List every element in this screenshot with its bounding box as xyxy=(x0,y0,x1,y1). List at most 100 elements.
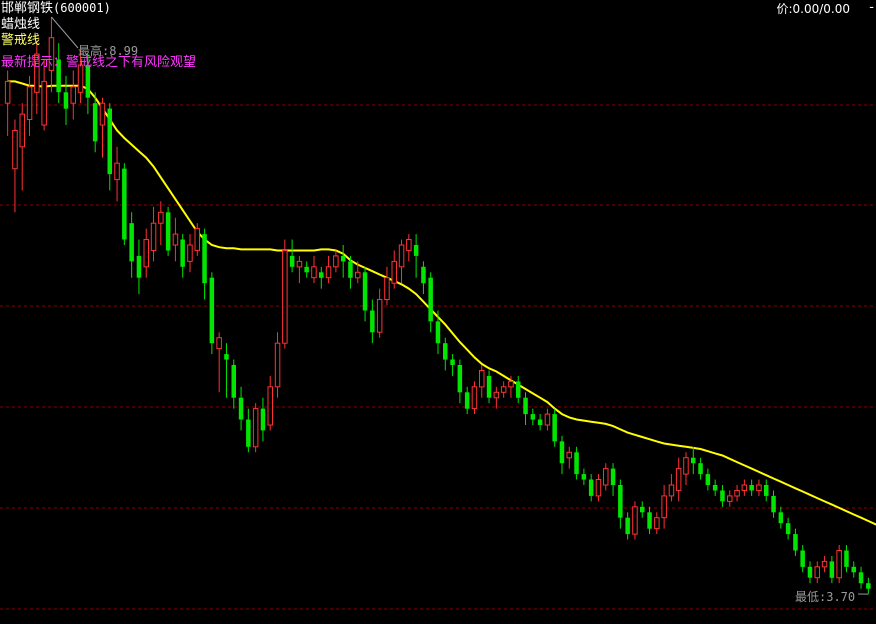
candle-body xyxy=(595,479,602,497)
candle-112 xyxy=(821,555,828,573)
candle-64 xyxy=(471,381,478,415)
candle-94 xyxy=(691,446,696,475)
candle-89 xyxy=(654,512,660,535)
candle-99 xyxy=(727,490,733,507)
candle-115 xyxy=(844,545,849,573)
candle-76 xyxy=(559,435,565,475)
candle-14 xyxy=(107,103,112,191)
candle-body xyxy=(800,550,805,567)
candle-46 xyxy=(340,245,346,278)
candle-19 xyxy=(143,228,149,278)
candle-body xyxy=(274,342,281,388)
candle-78 xyxy=(574,446,579,480)
candle-8 xyxy=(63,75,69,125)
candle-body xyxy=(479,370,485,388)
candle-80 xyxy=(588,474,594,502)
candle-43 xyxy=(319,266,324,289)
candle-27 xyxy=(202,228,207,300)
highest-price-annotation: 最高:8.99 xyxy=(78,44,139,58)
candle-body xyxy=(252,408,259,448)
candle-body xyxy=(793,534,798,551)
candle-53 xyxy=(391,250,397,289)
candle-body xyxy=(844,550,849,567)
candle-body xyxy=(12,130,18,170)
candle-body xyxy=(398,244,405,268)
candle-body xyxy=(691,457,696,464)
candle-109 xyxy=(800,545,805,573)
candle-body xyxy=(537,419,543,425)
candle-body xyxy=(129,223,134,262)
candle-32 xyxy=(238,386,244,431)
candle-108 xyxy=(793,528,798,556)
candle-body xyxy=(486,375,492,398)
candle-36 xyxy=(267,375,273,431)
candlestick-chart[interactable] xyxy=(0,0,876,624)
candle-117 xyxy=(858,566,864,589)
candle-body xyxy=(566,451,572,459)
candle-100 xyxy=(734,485,740,502)
candle-body xyxy=(785,523,791,535)
candle-37 xyxy=(274,332,281,398)
candle-58 xyxy=(428,272,433,333)
candle-body xyxy=(319,272,324,278)
candle-body xyxy=(625,517,630,535)
candle-0 xyxy=(4,70,11,136)
candle-body xyxy=(325,266,332,279)
candle-15 xyxy=(114,146,120,202)
candle-106 xyxy=(778,506,784,529)
candle-111 xyxy=(814,561,820,584)
candle-body xyxy=(574,452,579,475)
candle-body xyxy=(814,566,820,579)
candle-24 xyxy=(180,234,185,278)
candle-103 xyxy=(756,479,762,496)
candle-body xyxy=(530,414,536,420)
candle-105 xyxy=(771,490,776,518)
candle-90 xyxy=(661,485,667,529)
candle-body xyxy=(4,80,11,104)
minimize-button[interactable]: - xyxy=(869,0,874,15)
candle-body xyxy=(720,490,725,502)
candle-body xyxy=(632,506,638,535)
candle-body xyxy=(92,103,98,142)
candle-88 xyxy=(647,506,652,535)
candle-body xyxy=(654,517,660,530)
candle-113 xyxy=(829,555,835,584)
candle-97 xyxy=(712,479,718,496)
candle-body xyxy=(756,484,762,491)
candle-body xyxy=(187,244,193,262)
candle-45 xyxy=(333,250,339,273)
candle-body xyxy=(348,261,353,278)
candle-body xyxy=(194,228,200,251)
candle-87 xyxy=(640,501,645,518)
candle-body xyxy=(508,380,514,388)
candle-31 xyxy=(231,359,236,409)
candle-body xyxy=(165,212,171,251)
stock-code: (600001) xyxy=(53,1,111,15)
candle-51 xyxy=(376,288,383,338)
candle-16 xyxy=(122,163,127,245)
candle-body xyxy=(727,495,733,502)
candle-body xyxy=(158,211,164,224)
candle-13 xyxy=(99,97,106,158)
candle-102 xyxy=(749,479,754,496)
candle-body xyxy=(296,260,303,268)
candle-29 xyxy=(216,332,222,393)
candle-35 xyxy=(260,397,266,442)
candle-28 xyxy=(209,272,215,355)
candle-93 xyxy=(683,452,689,485)
candle-4 xyxy=(34,43,40,115)
candle-body xyxy=(749,485,754,491)
candle-body xyxy=(450,359,455,365)
candle-body xyxy=(457,365,463,393)
candle-86 xyxy=(632,501,638,540)
candle-98 xyxy=(720,485,725,507)
candle-body xyxy=(516,381,521,398)
candle-body xyxy=(311,266,317,279)
candle-81 xyxy=(595,474,602,502)
candle-23 xyxy=(172,217,179,262)
candle-body xyxy=(216,337,222,350)
candle-59 xyxy=(435,310,441,355)
candle-95 xyxy=(698,457,703,480)
candle-104 xyxy=(764,479,769,502)
candle-25 xyxy=(187,234,193,273)
